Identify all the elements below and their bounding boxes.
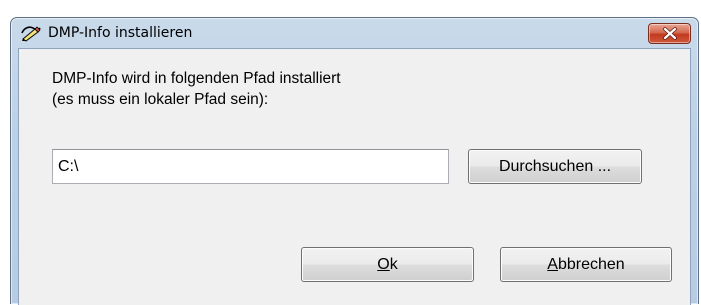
description-line-1: DMP-Info wird in folgenden Pfad installi…	[52, 70, 341, 87]
close-button[interactable]	[648, 23, 691, 44]
install-path-input[interactable]	[52, 149, 449, 184]
pen-icon	[20, 24, 42, 42]
ok-button[interactable]: Ok	[301, 247, 474, 282]
close-icon	[663, 27, 677, 40]
title-bar[interactable]: DMP-Info installieren	[11, 18, 698, 48]
window-title: DMP-Info installieren	[48, 25, 193, 41]
dialog-window: DMP-Info installieren DMP-Info wird in f…	[10, 17, 699, 305]
install-path-description: DMP-Info wird in folgenden Pfad installi…	[52, 68, 341, 110]
cancel-label-rest: bbrechen	[557, 256, 625, 273]
ok-accelerator: O	[377, 256, 390, 273]
ok-label-rest: k	[389, 256, 398, 273]
browse-button[interactable]: Durchsuchen ...	[468, 149, 642, 184]
dialog-content: DMP-Info wird in folgenden Pfad installi…	[18, 48, 691, 305]
description-line-2: (es muss ein lokaler Pfad sein):	[52, 91, 269, 108]
cancel-button[interactable]: Abbrechen	[500, 247, 672, 282]
cancel-accelerator: A	[547, 256, 558, 273]
